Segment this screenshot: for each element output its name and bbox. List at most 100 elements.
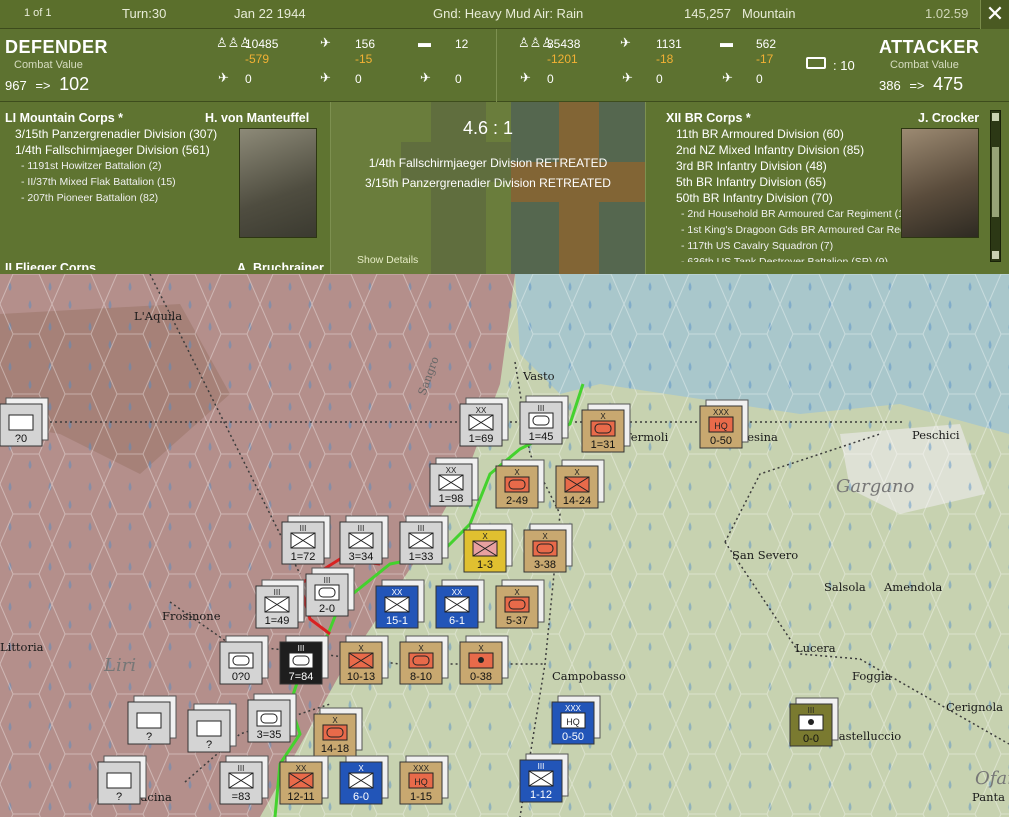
counter-size: III bbox=[808, 706, 815, 715]
unit-counter[interactable]: X 2-49 bbox=[495, 459, 545, 509]
result-line: 1/4th Fallschirmjaeger Division RETREATE… bbox=[368, 156, 608, 170]
counter-size: III bbox=[538, 404, 545, 413]
unit-counter[interactable]: X 10-13 bbox=[339, 635, 389, 685]
counter-strength: 3-38 bbox=[534, 559, 556, 571]
counter-strength: 2-0 bbox=[319, 603, 335, 615]
att-subunit[interactable]: - 636th US Tank Destroyer Battalion (SP)… bbox=[681, 254, 988, 262]
unit-counter[interactable]: 0?0 bbox=[219, 635, 269, 685]
divider bbox=[496, 29, 497, 102]
unit-counter[interactable]: X 8-10 bbox=[399, 635, 449, 685]
armor-icon bbox=[408, 652, 434, 669]
scroll-up-icon[interactable] bbox=[992, 113, 999, 121]
def-air: 156 bbox=[355, 37, 376, 51]
armor-icon bbox=[288, 652, 314, 669]
counter-size: X bbox=[514, 468, 520, 477]
tank-icon: ▬ bbox=[418, 35, 431, 50]
armor-icon bbox=[314, 584, 340, 601]
infantry-icon bbox=[444, 596, 470, 613]
unit-counter[interactable]: ? bbox=[97, 755, 147, 805]
unit-counter[interactable]: XX 1=69 bbox=[459, 397, 509, 447]
def-inf: 10485 bbox=[245, 37, 279, 51]
unit-counter[interactable]: III 1=33 bbox=[399, 515, 449, 565]
show-details-link[interactable]: Show Details bbox=[357, 254, 418, 266]
unit-counter[interactable]: X 0-38 bbox=[459, 635, 509, 685]
unit-counter[interactable]: III 1=72 bbox=[281, 515, 331, 565]
rail-icon bbox=[806, 57, 826, 69]
armor-icon bbox=[504, 596, 530, 613]
unit-counter[interactable]: III 1-12 bbox=[519, 753, 569, 803]
infantry-icon bbox=[348, 772, 374, 789]
combat-detail-panel: LI Mountain Corps * H. von Manteuffel 3/… bbox=[0, 102, 1009, 274]
unit-counter[interactable]: X 14-18 bbox=[313, 707, 363, 757]
unit-counter[interactable]: X 6-0 bbox=[339, 755, 389, 805]
town-label: Littoria bbox=[0, 640, 44, 654]
armor-icon bbox=[532, 540, 558, 557]
town-label: Castelluccio bbox=[830, 729, 901, 743]
unit-counter[interactable]: III =83 bbox=[219, 755, 269, 805]
combat-summary: DEFENDER Combat Value 967 => 102 ♙♙♙ 104… bbox=[0, 29, 1009, 102]
counter-strength: 0-50 bbox=[710, 435, 732, 447]
unit-counter[interactable]: XX 15-1 bbox=[375, 579, 425, 629]
unit-counter[interactable]: III 3=34 bbox=[339, 515, 389, 565]
unknown-icon bbox=[136, 712, 162, 729]
unit-counter[interactable]: III 1=45 bbox=[519, 395, 569, 445]
counter-size: XX bbox=[392, 588, 403, 597]
counter-strength: 5-37 bbox=[506, 615, 528, 627]
counter-strength: 15-1 bbox=[386, 615, 408, 627]
unit-counter[interactable]: X 14-24 bbox=[555, 459, 605, 509]
combat-result-panel: 4.6 : 1 1/4th Fallschirmjaeger Division … bbox=[330, 102, 646, 274]
counter-strength: 14-24 bbox=[563, 495, 591, 507]
fighter-icon: ✈ bbox=[218, 70, 229, 85]
unit-counter[interactable]: ? bbox=[127, 695, 177, 745]
close-button[interactable]: ✕ bbox=[980, 0, 1009, 29]
counter-strength: 0-50 bbox=[562, 731, 584, 743]
unit-counter[interactable]: ?0 bbox=[0, 397, 49, 447]
tank-icon: ▬ bbox=[720, 35, 733, 50]
hex-map[interactable]: L'Aquila Vasto Termoli Vesina Peschici Gargan… bbox=[0, 274, 1009, 817]
transport-icon: ✈ bbox=[420, 70, 431, 85]
unit-counter[interactable]: X 1-3 bbox=[463, 523, 513, 573]
unit-counter[interactable]: XX 1=98 bbox=[429, 457, 479, 507]
att-inf-loss: -1201 bbox=[547, 52, 578, 66]
att-subunit[interactable]: - 117th US Cavalry Squadron (7) bbox=[681, 238, 988, 254]
counter-strength: 2-49 bbox=[506, 495, 528, 507]
odds-ratio: 4.6 : 1 bbox=[462, 118, 514, 138]
counter-strength: 14-18 bbox=[321, 743, 349, 755]
counter-size: X bbox=[332, 716, 338, 725]
defender-cv-value: 967 => 102 bbox=[5, 74, 89, 95]
unit-counter[interactable]: XXX HQ 0-50 bbox=[551, 695, 601, 745]
armor-icon bbox=[528, 412, 554, 429]
unit-counter[interactable]: 3=35 bbox=[247, 693, 297, 743]
armor-icon bbox=[228, 652, 254, 669]
unit-counter[interactable]: X 3-38 bbox=[523, 523, 573, 573]
scroll-down-icon[interactable] bbox=[992, 251, 999, 259]
map-canvas[interactable]: L'AquilaVastoTermoli Vesina PeschiciGargan… bbox=[0, 274, 1009, 817]
unit-counter[interactable]: III 7=84 bbox=[279, 635, 329, 685]
unit-counter[interactable]: XX 6-1 bbox=[435, 579, 485, 629]
unit-counter[interactable]: X 5-37 bbox=[495, 579, 545, 629]
unit-counter[interactable]: ? bbox=[187, 703, 237, 753]
scroll-thumb[interactable] bbox=[992, 147, 999, 217]
counter-size: III bbox=[238, 764, 245, 773]
panel-scrollbar[interactable] bbox=[990, 110, 1001, 262]
town-label: L'Aquila bbox=[134, 309, 182, 323]
aircraft-icon: ✈ bbox=[620, 35, 631, 50]
counter-strength: 1=69 bbox=[469, 433, 494, 445]
attacker-portrait bbox=[901, 128, 979, 238]
counter-strength: ? bbox=[146, 731, 152, 743]
defender-cv-label: Combat Value bbox=[14, 59, 83, 71]
unit-counter[interactable]: X 1=31 bbox=[581, 403, 631, 453]
unit-counter[interactable]: XXX HQ 1-15 bbox=[399, 755, 449, 805]
unit-counter[interactable]: III 0-0 bbox=[789, 697, 839, 747]
unit-counter[interactable]: III 1=49 bbox=[255, 579, 305, 629]
unit-counter[interactable]: XXX HQ 0-50 bbox=[699, 399, 749, 449]
unit-counter[interactable]: III 2-0 bbox=[305, 567, 355, 617]
artillery-icon bbox=[468, 652, 494, 669]
counter-strength: 1=33 bbox=[409, 551, 434, 563]
counter-strength: ?0 bbox=[15, 433, 27, 445]
attacker-cv-arrow: => bbox=[909, 78, 925, 93]
unit-counter[interactable]: XX 12-11 bbox=[279, 755, 329, 805]
counter-strength: 1=72 bbox=[291, 551, 316, 563]
att-r2b: 0 bbox=[656, 72, 663, 86]
fighter-icon: ✈ bbox=[520, 70, 531, 85]
